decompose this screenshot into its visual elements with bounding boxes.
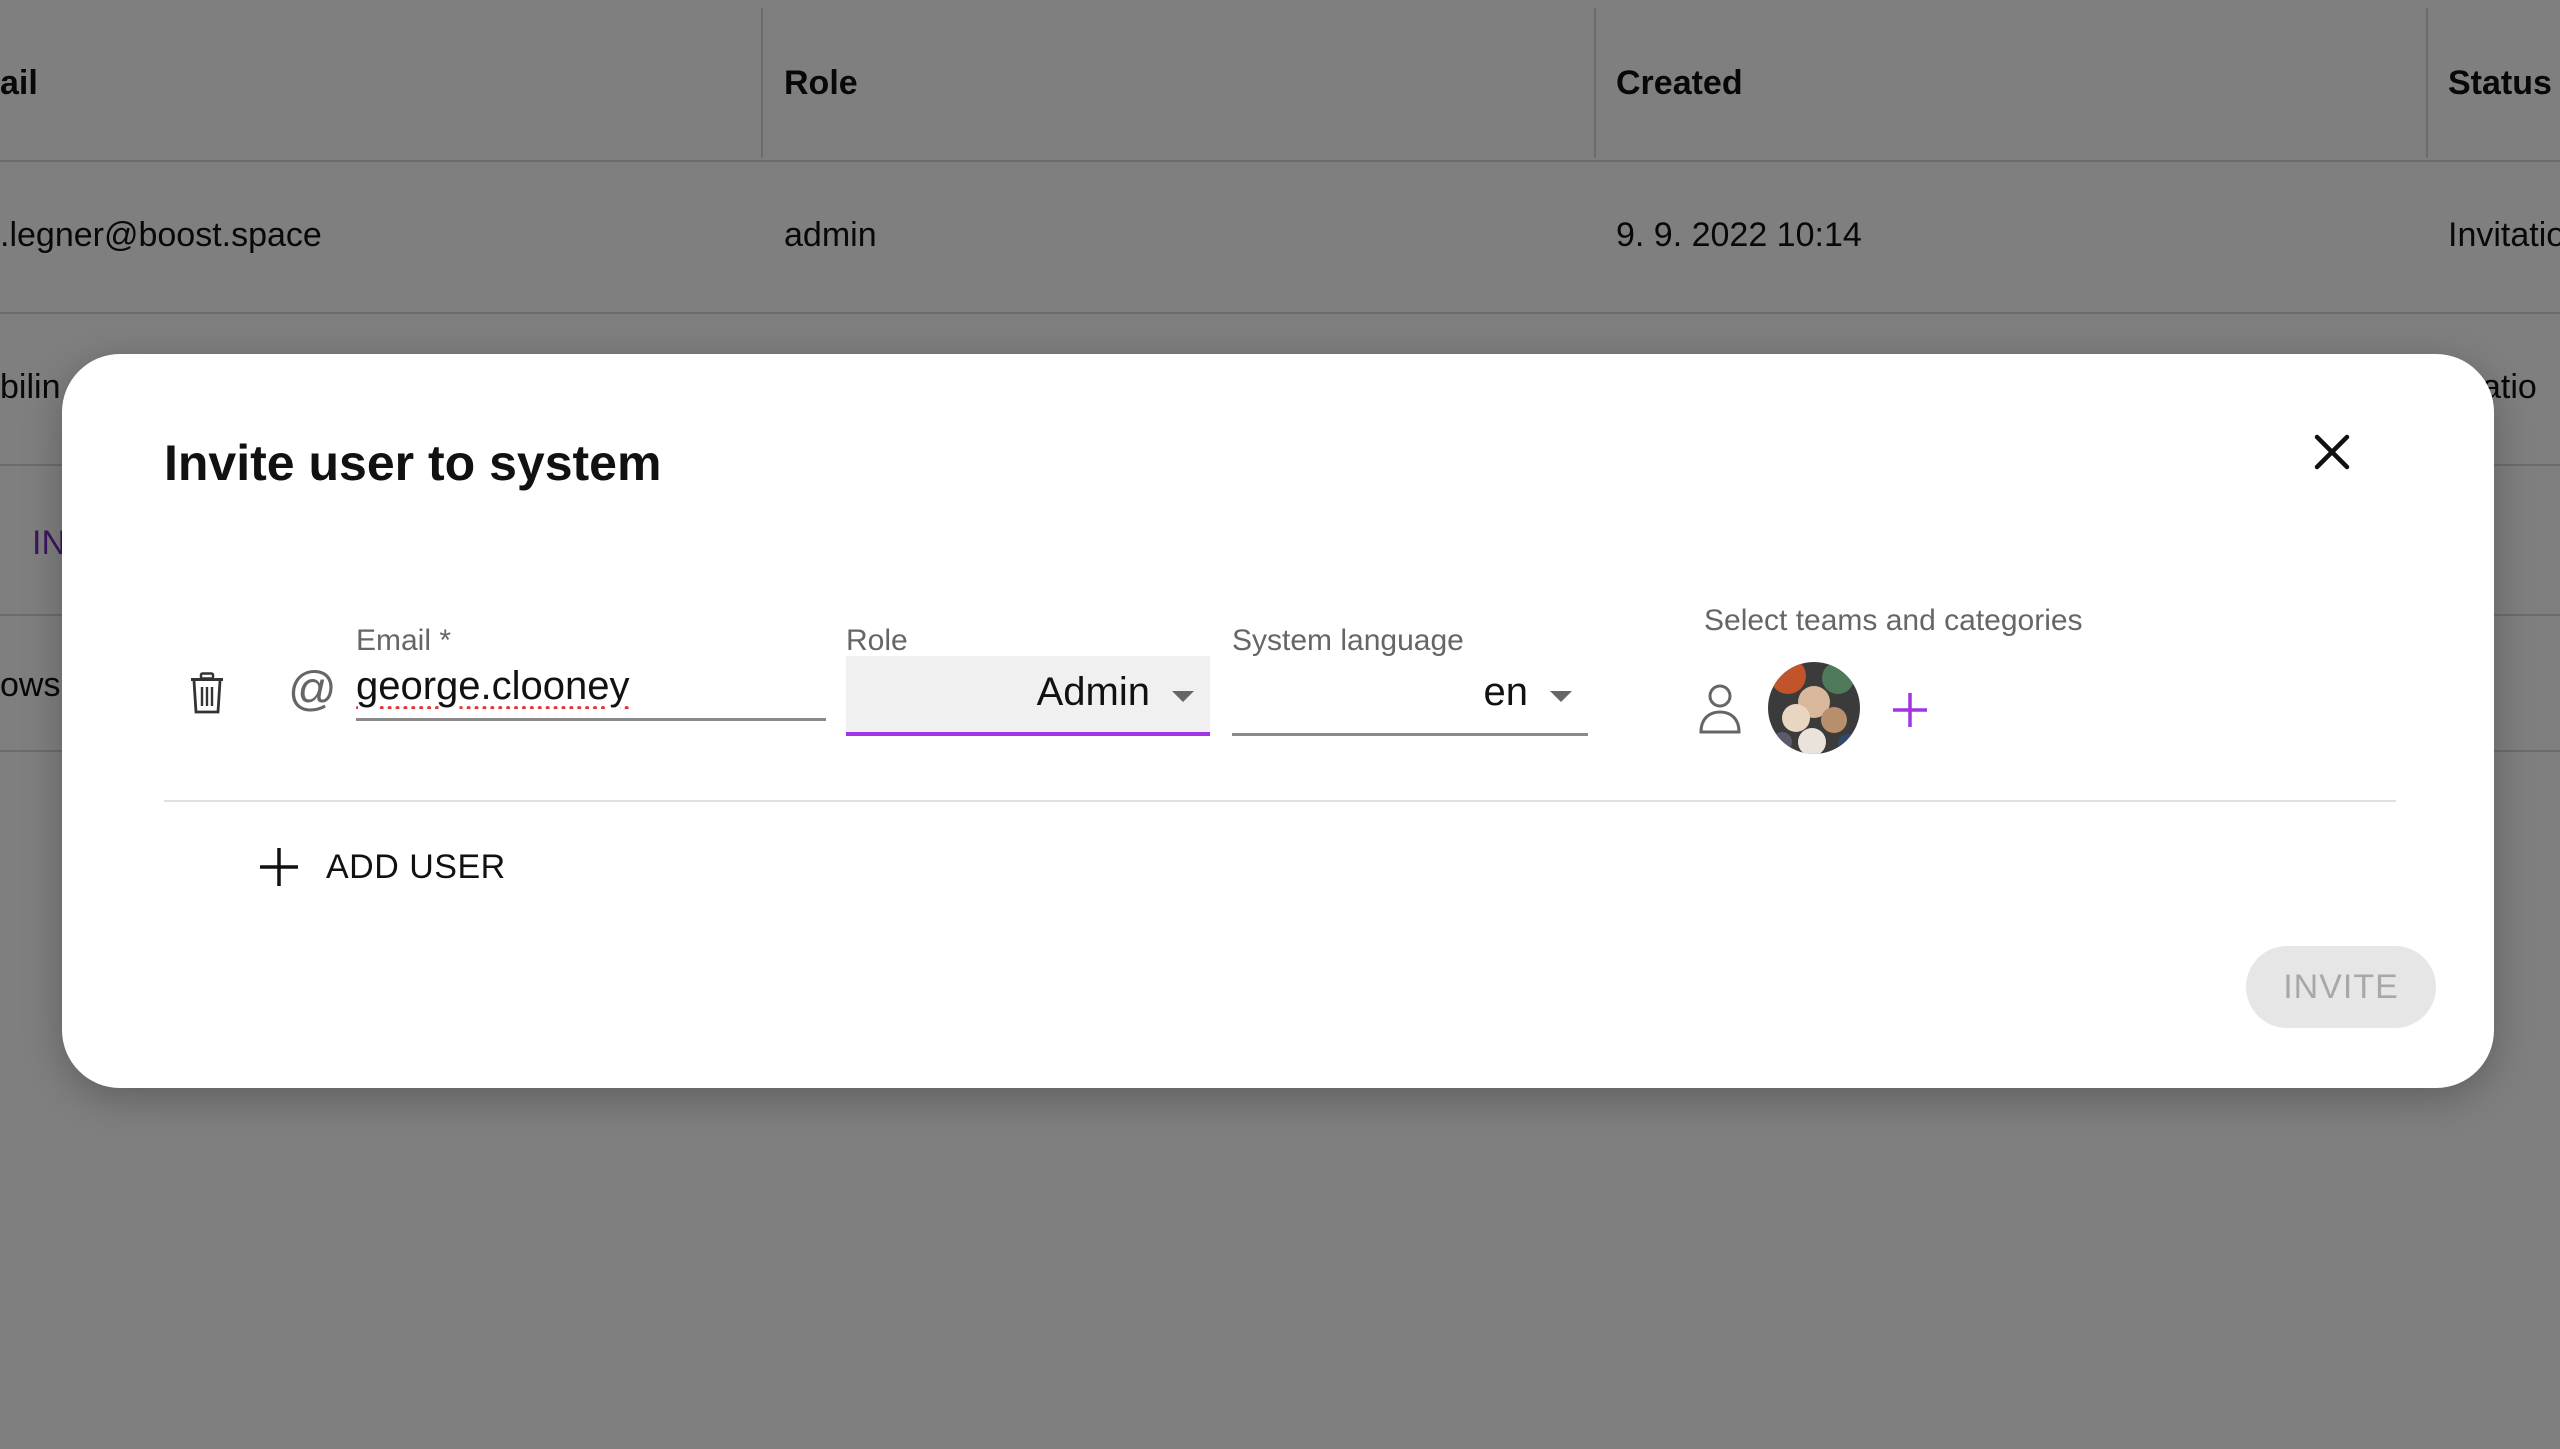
email-input[interactable] xyxy=(356,654,826,721)
plus-icon xyxy=(1893,693,1927,727)
teams-label: Select teams and categories xyxy=(1704,604,2083,637)
role-select[interactable]: Admin xyxy=(846,656,1210,736)
at-icon: @ xyxy=(288,663,337,716)
delete-user-button[interactable] xyxy=(190,672,224,714)
chevron-down-icon xyxy=(1172,691,1194,702)
dialog-title: Invite user to system xyxy=(164,435,662,491)
language-label: System language xyxy=(1232,624,1464,657)
team-avatar[interactable] xyxy=(1768,662,1860,754)
email-label: Email * xyxy=(356,624,452,657)
row-divider xyxy=(164,800,2396,802)
role-label: Role xyxy=(846,624,908,657)
close-button[interactable] xyxy=(2307,427,2357,477)
trash-icon xyxy=(191,672,223,714)
language-select[interactable]: en xyxy=(1232,656,1588,736)
language-selected-value: en xyxy=(1483,670,1529,714)
add-team-button[interactable] xyxy=(1890,690,1930,730)
chevron-down-icon xyxy=(1550,691,1572,702)
invite-button[interactable]: INVITE xyxy=(2246,946,2436,1028)
close-icon xyxy=(2314,434,2350,470)
plus-icon xyxy=(260,848,298,886)
role-selected-value: Admin xyxy=(1036,670,1150,714)
person-icon xyxy=(1698,682,1742,734)
invite-user-dialog: Invite user to system @ Email * Role Adm… xyxy=(62,354,2494,1088)
add-user-label: ADD USER xyxy=(326,848,506,886)
